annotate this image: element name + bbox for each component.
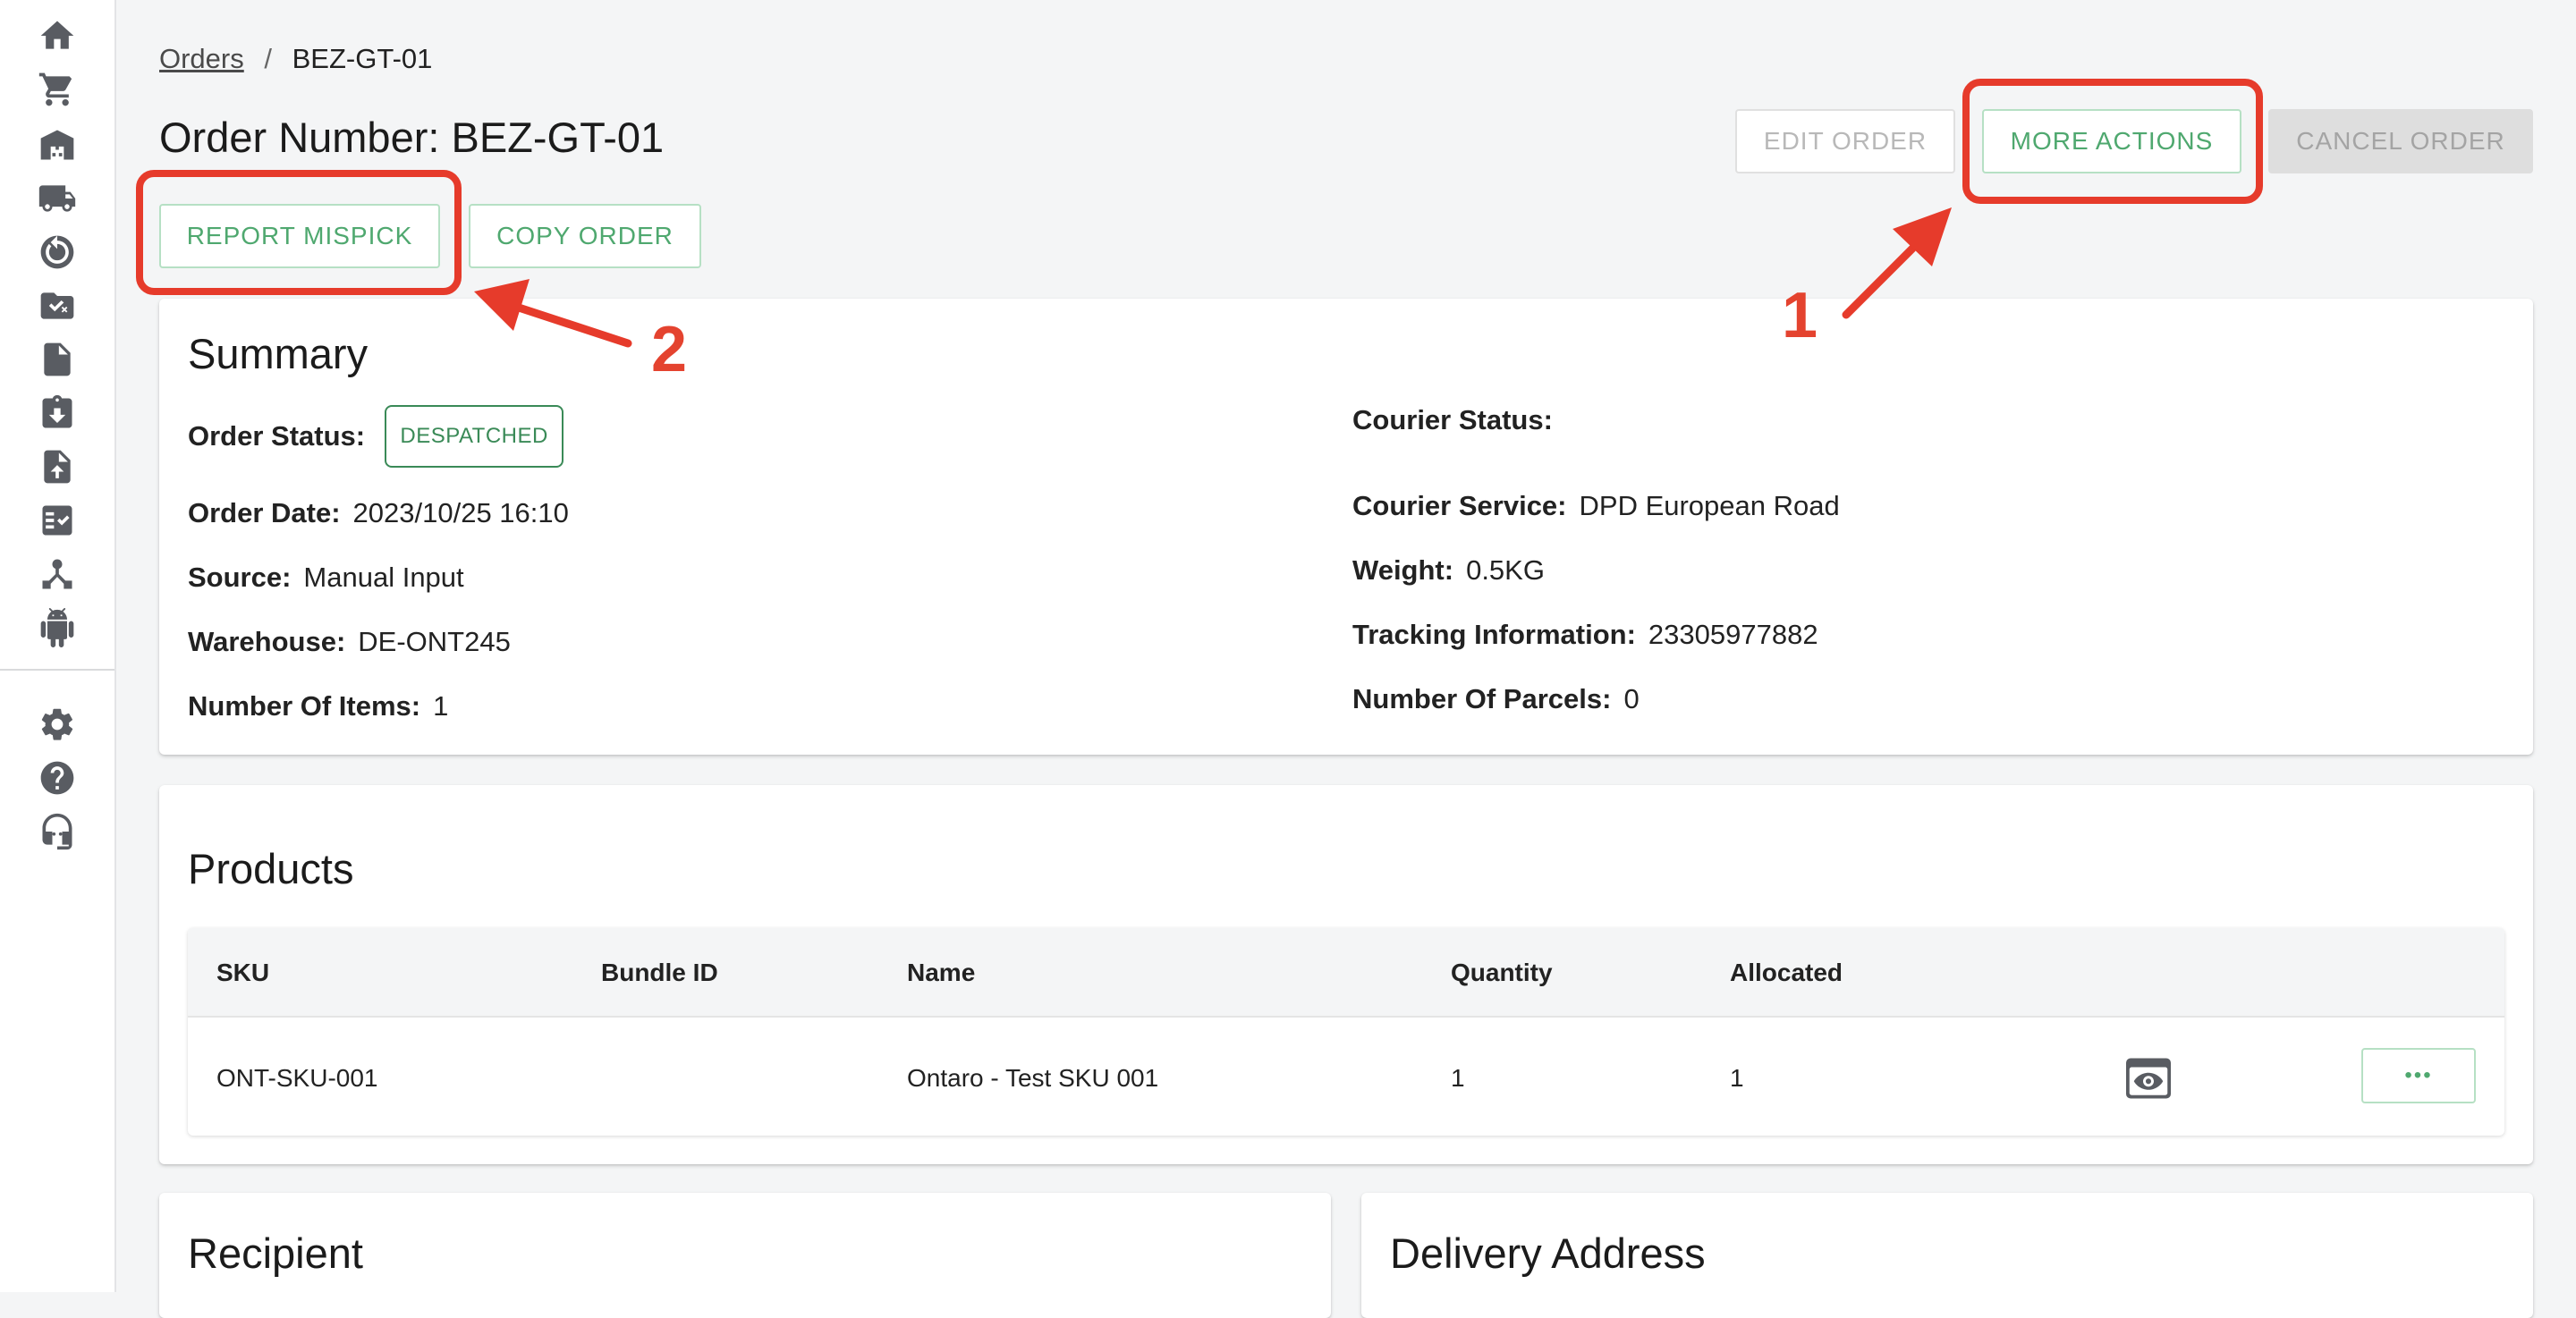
arrow-2 bbox=[474, 279, 632, 348]
annotation-label-1: 1 bbox=[1782, 280, 1818, 351]
arrow-1 bbox=[1842, 207, 1952, 319]
annotation-label-2: 2 bbox=[651, 314, 688, 385]
annotation-arrows bbox=[474, 207, 1952, 348]
